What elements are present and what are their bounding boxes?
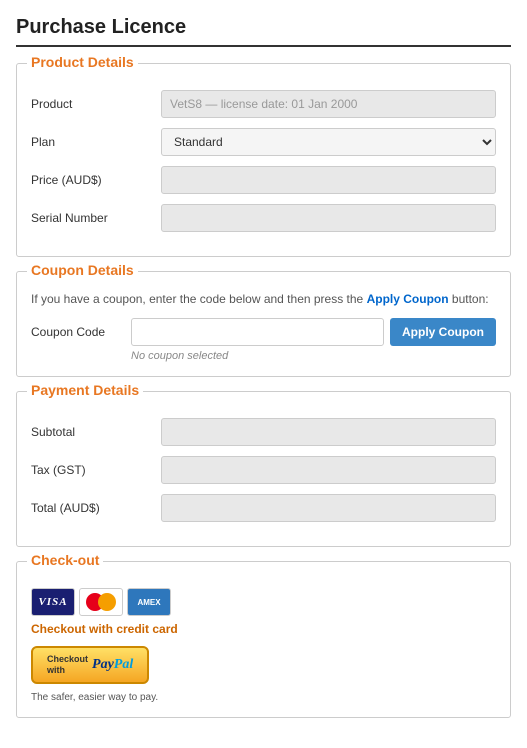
- card-icons-group: VISA AMEX: [31, 588, 496, 616]
- payment-details-section: Payment Details Subtotal Tax (GST) Total…: [16, 391, 511, 547]
- price-row: Price (AUD$): [31, 166, 496, 194]
- paypal-checkout-line2: with: [47, 665, 88, 676]
- plan-select[interactable]: Standard Professional Enterprise: [161, 128, 496, 156]
- paypal-tagline: The safer, easier way to pay.: [31, 692, 496, 703]
- coupon-info-prefix: If you have a coupon, enter the code bel…: [31, 292, 367, 306]
- product-input: [161, 90, 496, 118]
- plan-label: Plan: [31, 135, 161, 149]
- product-details-section: Product Details Product Plan Standard Pr…: [16, 63, 511, 257]
- subtotal-row: Subtotal: [31, 418, 496, 446]
- total-row: Total (AUD$): [31, 494, 496, 522]
- credit-card-text[interactable]: Checkout with credit card: [31, 622, 496, 636]
- paypal-checkout-button[interactable]: Checkout with PayPal: [31, 646, 149, 684]
- subtotal-label: Subtotal: [31, 425, 161, 439]
- price-label: Price (AUD$): [31, 173, 161, 187]
- page-title: Purchase Licence: [16, 16, 511, 47]
- serial-label: Serial Number: [31, 211, 161, 225]
- serial-input: [161, 204, 496, 232]
- coupon-info-text: If you have a coupon, enter the code bel…: [31, 290, 496, 308]
- coupon-code-label: Coupon Code: [31, 325, 131, 339]
- product-row: Product: [31, 90, 496, 118]
- paypal-checkout-line1: Checkout: [47, 654, 88, 665]
- paypal-logo: PayPal: [92, 657, 133, 673]
- checkout-title: Check-out: [27, 552, 103, 568]
- checkout-section: Check-out VISA AMEX Checkout with credit…: [16, 561, 511, 718]
- no-coupon-text: No coupon selected: [131, 350, 496, 362]
- coupon-info-link: Apply Coupon: [367, 292, 449, 306]
- total-label: Total (AUD$): [31, 501, 161, 515]
- paypal-checkout-text: Checkout with: [47, 654, 88, 676]
- visa-label: VISA: [38, 596, 67, 608]
- visa-icon: VISA: [31, 588, 75, 616]
- tax-input: [161, 456, 496, 484]
- tax-row: Tax (GST): [31, 456, 496, 484]
- price-input: [161, 166, 496, 194]
- paypal-logo-suffix: Pal: [114, 657, 133, 672]
- coupon-code-input[interactable]: [131, 318, 384, 346]
- coupon-info-suffix: button:: [449, 292, 489, 306]
- product-label: Product: [31, 97, 161, 111]
- paypal-btn-inner: Checkout with PayPal: [47, 654, 133, 676]
- coupon-details-section: Coupon Details If you have a coupon, ent…: [16, 271, 511, 377]
- amex-icon: AMEX: [127, 588, 171, 616]
- plan-row: Plan Standard Professional Enterprise: [31, 128, 496, 156]
- apply-coupon-button[interactable]: Apply Coupon: [390, 318, 496, 346]
- product-details-title: Product Details: [27, 54, 138, 70]
- tax-label: Tax (GST): [31, 463, 161, 477]
- coupon-code-row: Coupon Code Apply Coupon: [31, 318, 496, 346]
- coupon-details-title: Coupon Details: [27, 262, 138, 278]
- mastercard-icon: [79, 588, 123, 616]
- payment-details-title: Payment Details: [27, 382, 143, 398]
- total-input: [161, 494, 496, 522]
- amex-label: AMEX: [137, 598, 160, 607]
- subtotal-input: [161, 418, 496, 446]
- serial-row: Serial Number: [31, 204, 496, 232]
